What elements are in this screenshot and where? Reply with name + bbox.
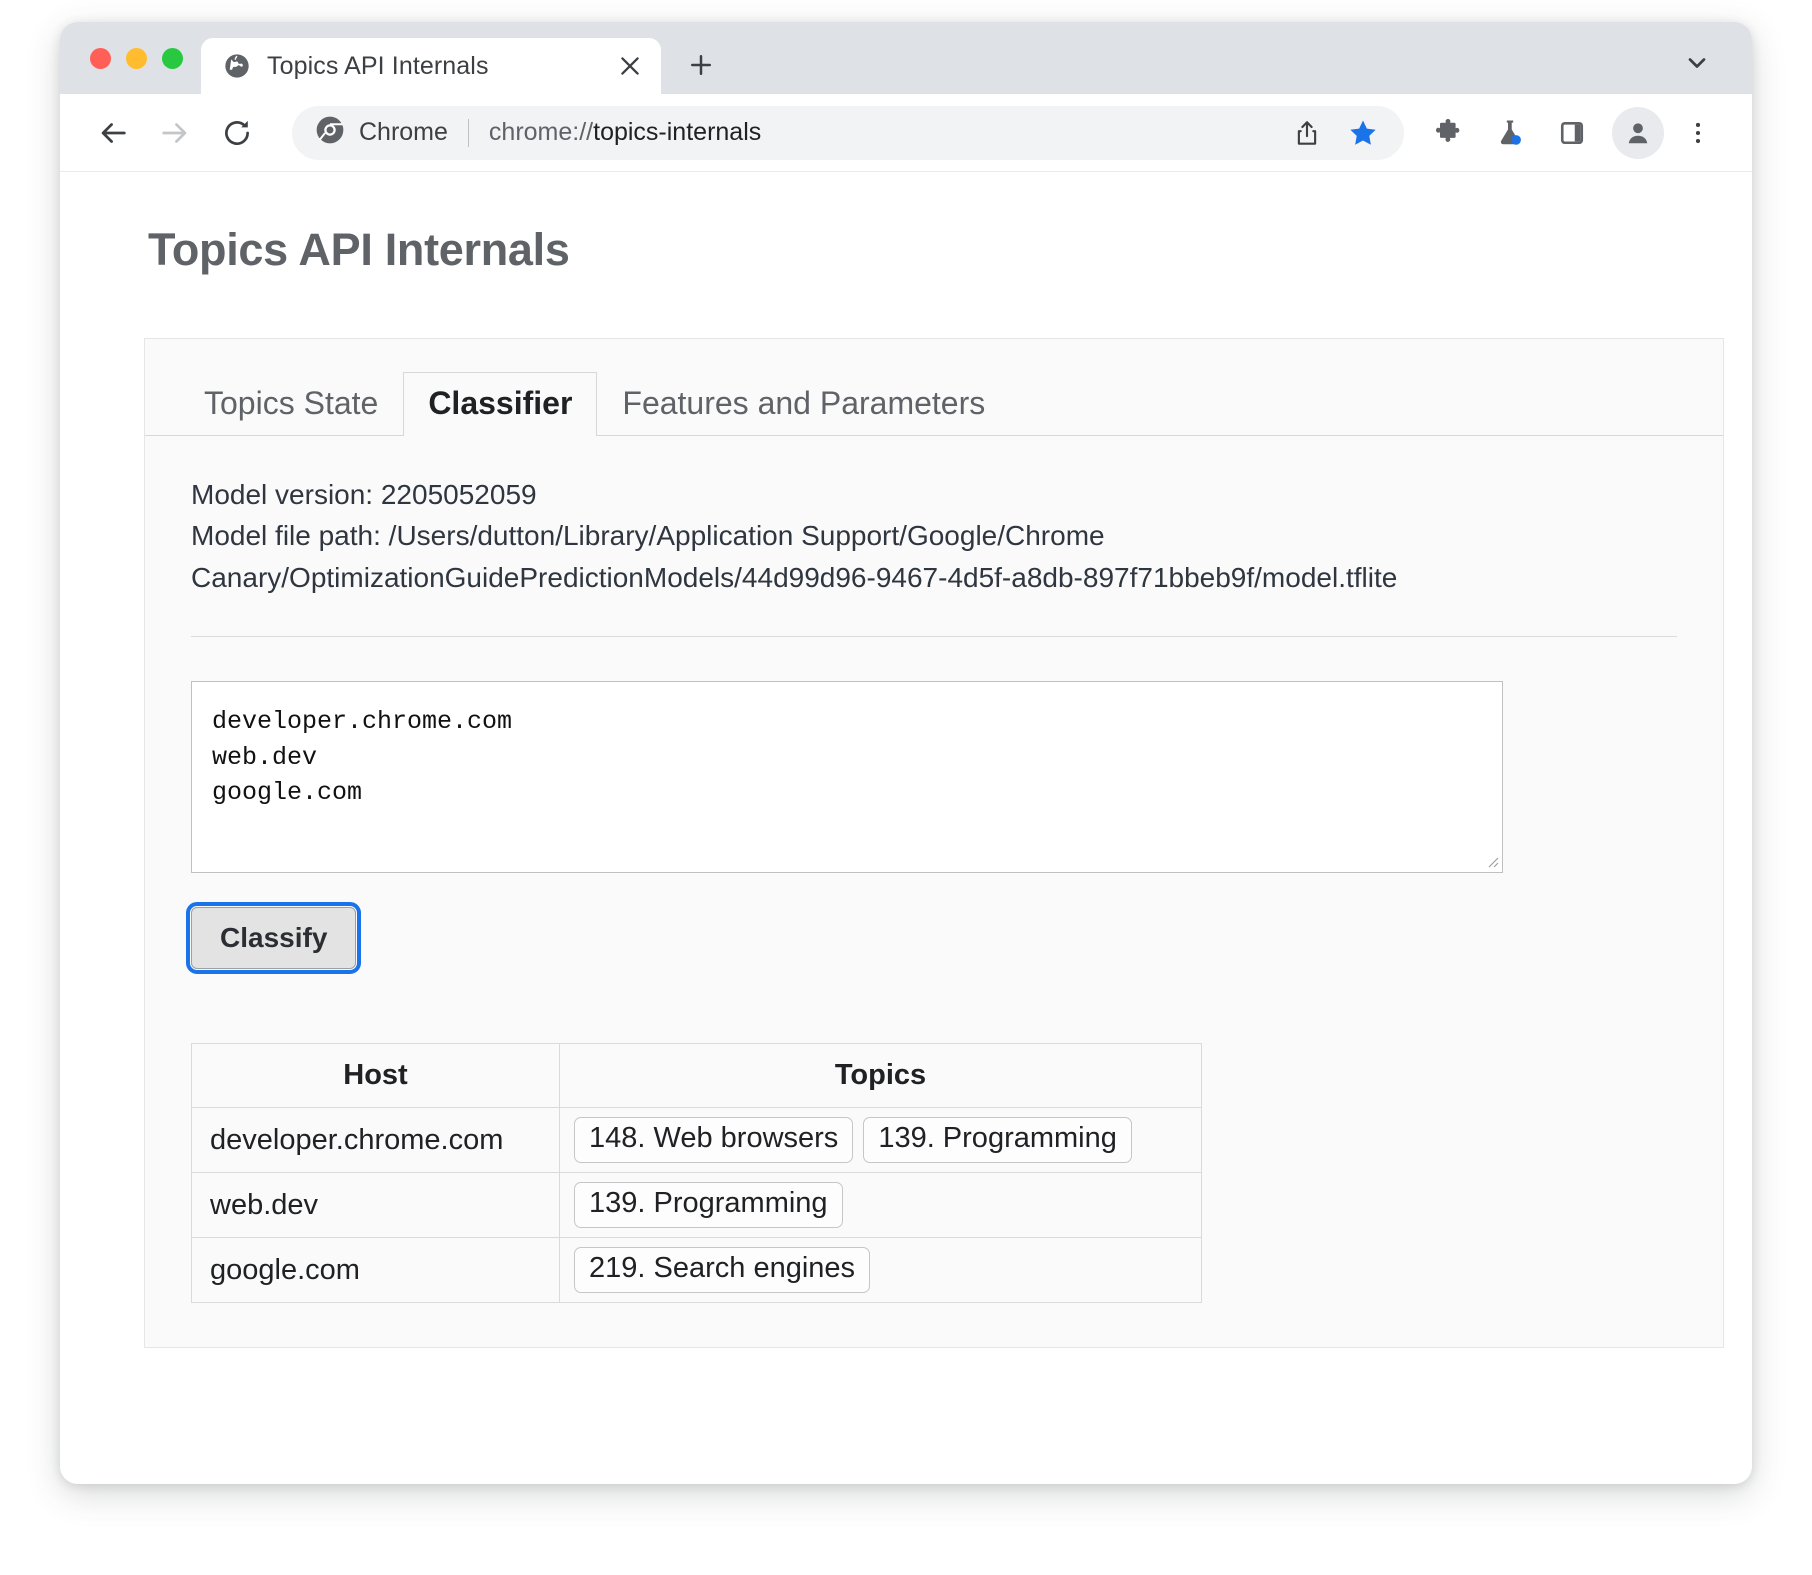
page-viewport: Topics API Internals Topics State Classi… — [60, 172, 1752, 1484]
topic-chip: 148. Web browsers — [574, 1117, 853, 1163]
tab-topics-state[interactable]: Topics State — [179, 372, 403, 436]
share-icon[interactable] — [1282, 108, 1332, 158]
classification-results-table: Host Topics developer.chrome.com 148. We… — [191, 1043, 1202, 1303]
globe-icon — [223, 52, 251, 80]
column-header-topics: Topics — [560, 1044, 1202, 1108]
topics-cell: 148. Web browsers 139. Programming — [560, 1108, 1202, 1173]
topics-cell: 139. Programming — [560, 1173, 1202, 1238]
side-panel-icon[interactable] — [1544, 105, 1600, 161]
tab-classifier[interactable]: Classifier — [403, 372, 597, 436]
star-filled-icon[interactable] — [1338, 108, 1388, 158]
browser-toolbar: Chrome chrome://topics-internals — [60, 94, 1752, 172]
section-divider — [191, 636, 1677, 637]
new-tab-button[interactable] — [675, 39, 727, 91]
classifier-panel-body: Model version: 2205052059 Model file pat… — [145, 474, 1723, 1303]
topic-chip: 139. Programming — [863, 1117, 1132, 1163]
omnibox-url[interactable]: chrome://topics-internals — [489, 118, 1272, 147]
omnibox-url-scheme: chrome:// — [489, 118, 593, 146]
three-dot-menu-icon[interactable] — [1670, 105, 1726, 161]
model-info: Model version: 2205052059 Model file pat… — [191, 474, 1677, 598]
topic-chip-list: 139. Programming — [574, 1182, 1189, 1228]
model-version-line: Model version: 2205052059 — [191, 474, 1677, 515]
minimize-window-button[interactable] — [126, 48, 147, 69]
topics-cell: 219. Search engines — [560, 1238, 1202, 1303]
column-header-host: Host — [192, 1044, 560, 1108]
host-cell: web.dev — [192, 1173, 560, 1238]
table-row: google.com 219. Search engines — [192, 1238, 1202, 1303]
reload-icon[interactable] — [206, 102, 268, 164]
model-file-path-line-1: Model file path: /Users/dutton/Library/A… — [191, 515, 1677, 556]
tab-title: Topics API Internals — [267, 52, 597, 81]
close-tab-button[interactable] — [613, 49, 647, 83]
classifier-panel: Topics State Classifier Features and Par… — [144, 338, 1724, 1348]
forward-arrow-icon — [144, 102, 206, 164]
topic-chip: 219. Search engines — [574, 1247, 870, 1293]
back-arrow-icon[interactable] — [82, 102, 144, 164]
browser-tab[interactable]: Topics API Internals — [201, 38, 661, 94]
omnibox-chrome-chip: Chrome — [314, 114, 448, 151]
chrome-logo-icon — [314, 114, 346, 151]
host-cell: developer.chrome.com — [192, 1108, 560, 1173]
omnibox-url-path: topics-internals — [593, 118, 761, 146]
window-traffic-lights — [60, 22, 201, 94]
close-window-button[interactable] — [90, 48, 111, 69]
topic-chip: 139. Programming — [574, 1182, 843, 1228]
maximize-window-button[interactable] — [162, 48, 183, 69]
extensions-icon[interactable] — [1420, 105, 1476, 161]
profile-avatar-icon[interactable] — [1612, 107, 1664, 159]
page-title: Topics API Internals — [148, 224, 1752, 276]
chevron-down-icon[interactable] — [1670, 36, 1724, 90]
table-row: web.dev 139. Programming — [192, 1173, 1202, 1238]
tab-strip: Topics API Internals — [60, 22, 1752, 94]
table-row: developer.chrome.com 148. Web browsers 1… — [192, 1108, 1202, 1173]
table-header-row: Host Topics — [192, 1044, 1202, 1108]
browser-window: Topics API Internals — [60, 22, 1752, 1484]
experiments-flask-icon[interactable] — [1482, 105, 1538, 161]
omnibox-separator — [468, 119, 469, 147]
topic-chip-list: 219. Search engines — [574, 1247, 1189, 1293]
omnibox-actions — [1282, 108, 1388, 158]
page-tab-list: Topics State Classifier Features and Par… — [145, 339, 1723, 436]
classify-button[interactable]: Classify — [191, 907, 356, 969]
tab-features-and-parameters[interactable]: Features and Parameters — [597, 372, 1010, 436]
address-bar[interactable]: Chrome chrome://topics-internals — [292, 106, 1404, 160]
topic-chip-list: 148. Web browsers 139. Programming — [574, 1117, 1189, 1163]
hosts-textarea[interactable] — [191, 681, 1503, 873]
hosts-input-wrapper — [191, 681, 1503, 873]
model-file-path-line-2: Canary/OptimizationGuidePredictionModels… — [191, 557, 1677, 598]
omnibox-chip-label: Chrome — [359, 118, 448, 147]
host-cell: google.com — [192, 1238, 560, 1303]
